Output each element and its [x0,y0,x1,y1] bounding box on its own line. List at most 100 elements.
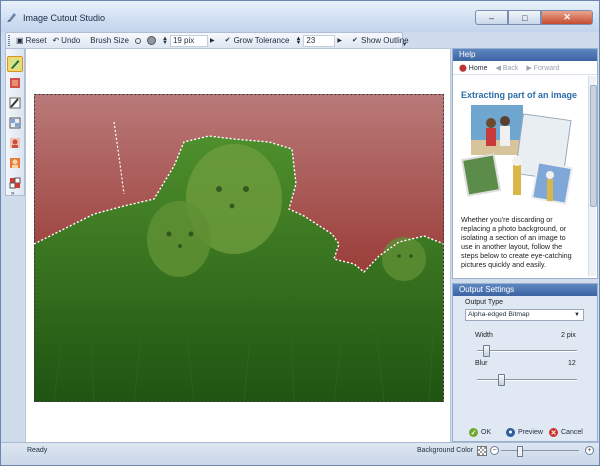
help-scrollbar-thumb[interactable] [590,85,597,207]
preview-eye-icon: ● [506,428,515,437]
cheetah-photo[interactable] [34,94,444,402]
expand-tools-icon[interactable]: » [11,191,14,197]
edge-brush-tool[interactable] [8,96,22,110]
grow-tolerance-dropdown-icon[interactable]: ▶ [337,37,342,44]
show-outline-label: Show Outline [361,36,409,45]
output-settings-panel: Output Settings Output Type Alpha-edged … [452,283,598,442]
spinner-arrows-icon: ▲ ▼ [161,35,168,46]
person-cutout-tool[interactable] [8,156,22,170]
help-forward-button[interactable]: ▶ Forward [526,64,559,72]
grid-select-icon [9,117,21,129]
output-type-value: Alpha-edged Bitmap [468,311,530,318]
title-bar: Image Cutout Studio – □ ✕ [1,1,599,32]
cancel-label: Cancel [561,429,583,436]
reset-icon: ▣ [16,36,24,45]
tiles-icon [9,177,21,189]
help-panel: Help ⬤ Home ◀ Back ▶ Forward Extracting … [452,48,598,279]
keep-brush-tool[interactable] [7,56,23,72]
output-type-label: Output Type [465,299,504,306]
main-toolbar: ▣ Reset ↶ Undo Brush Size ▲ ▼ 19 pix ▶ ✔ … [5,32,409,49]
maximize-button[interactable]: □ [508,10,542,25]
person-icon [10,138,20,148]
home-icon: ⬤ [459,64,467,72]
tool-strip: » [5,48,25,197]
blur-slider-track[interactable] [477,379,577,381]
grow-tolerance-toggle[interactable]: ✔ Grow Tolerance [222,34,293,47]
small-brush-button[interactable] [132,34,144,47]
grow-tolerance-field[interactable]: 23 [303,34,336,47]
help-forward-label: Forward [533,64,560,72]
width-slider-track[interactable] [477,350,577,352]
blur-slider-thumb[interactable] [498,374,505,386]
reset-button[interactable]: ▣ Reset [13,34,49,47]
remove-brush-tool[interactable] [8,76,22,90]
pencil-icon [10,59,20,69]
blur-label: Blur [475,360,488,367]
zoom-out-icon[interactable]: − [490,446,499,455]
chevron-down-icon: ▼ [574,312,580,318]
preview-label: Preview [518,429,543,436]
blur-value: 12 [568,360,576,367]
cancel-x-icon: ✕ [549,428,558,437]
zoom-in-icon[interactable]: + [585,446,594,455]
output-settings-header: Output Settings [453,284,597,296]
checkmark-icon: ✔ [224,37,231,44]
ok-label: OK [481,429,492,436]
portrait-tool[interactable] [8,136,22,150]
window-title: Image Cutout Studio [23,13,106,23]
brush-size-dropdown-icon[interactable]: ▶ [210,37,215,44]
window-controls: – □ ✕ [475,10,593,25]
help-illustration [461,105,574,205]
help-home-label: Home [468,64,488,72]
help-back-label: Back [502,64,519,72]
help-title: Extracting part of an image [461,90,578,100]
preview-button[interactable]: ● Preview [506,428,543,437]
output-type-select[interactable]: Alpha-edged Bitmap ▼ [465,309,584,321]
grow-tolerance-label: Grow Tolerance [233,36,290,45]
ok-check-icon: ✓ [469,428,478,437]
large-brush-icon [146,36,156,45]
brush-size-group: Brush Size [87,34,132,47]
undo-button[interactable]: ↶ Undo [49,34,83,47]
toolbar-grip[interactable] [8,35,10,46]
width-label: Width [475,332,493,339]
brush-app-icon [7,13,16,22]
image-canvas[interactable] [25,48,451,443]
cancel-button[interactable]: ✕ Cancel [549,428,583,437]
large-brush-button[interactable] [144,34,159,47]
background-color-label: Background Color [417,447,474,454]
person-cutout-icon [10,158,20,168]
background-color-swatch[interactable] [477,446,487,456]
help-back-button[interactable]: ◀ Back [495,64,518,72]
eraser-icon [10,78,20,88]
help-navigation: ⬤ Home ◀ Back ▶ Forward [453,61,597,75]
help-body-text: Whether you're discarding or replacing a… [461,215,572,269]
width-value: 2 pix [561,332,576,339]
zoom-slider-thumb[interactable] [517,446,523,457]
ok-button[interactable]: ✓ OK [469,428,491,437]
brush-size-spinner[interactable]: ▲ ▼ 19 pix ▶ [159,34,218,47]
app-window: Image Cutout Studio – □ ✕ ▣ Reset ↶ Undo… [0,0,600,466]
spinner-arrows-icon: ▲ ▼ [295,35,302,46]
brush-size-field[interactable]: 19 pix [169,34,208,47]
minimize-button[interactable]: – [475,10,509,25]
status-bar: Ready Background Color − + [1,442,599,465]
undo-label: Undo [61,36,81,45]
zoom-slider-track[interactable] [501,450,579,451]
forward-icon: ▶ [526,64,532,72]
background-tool[interactable] [8,176,22,190]
status-text: Ready [27,447,48,454]
checkmark-icon: ✔ [352,37,358,44]
toolbar-overflow-icon[interactable]: ▾ [403,41,406,48]
back-icon: ◀ [495,64,501,72]
help-panel-header: Help [453,49,597,61]
width-slider-thumb[interactable] [483,345,490,357]
help-scrollbar[interactable] [588,76,597,276]
close-button[interactable]: ✕ [541,10,593,25]
edge-pen-icon [9,97,21,109]
help-home-button[interactable]: ⬤ Home [459,64,487,72]
region-tool[interactable] [8,116,22,130]
undo-icon: ↶ [52,36,60,45]
brush-size-label: Brush Size [90,36,129,45]
grow-tolerance-spinner[interactable]: ▲ ▼ 23 ▶ [292,34,345,47]
